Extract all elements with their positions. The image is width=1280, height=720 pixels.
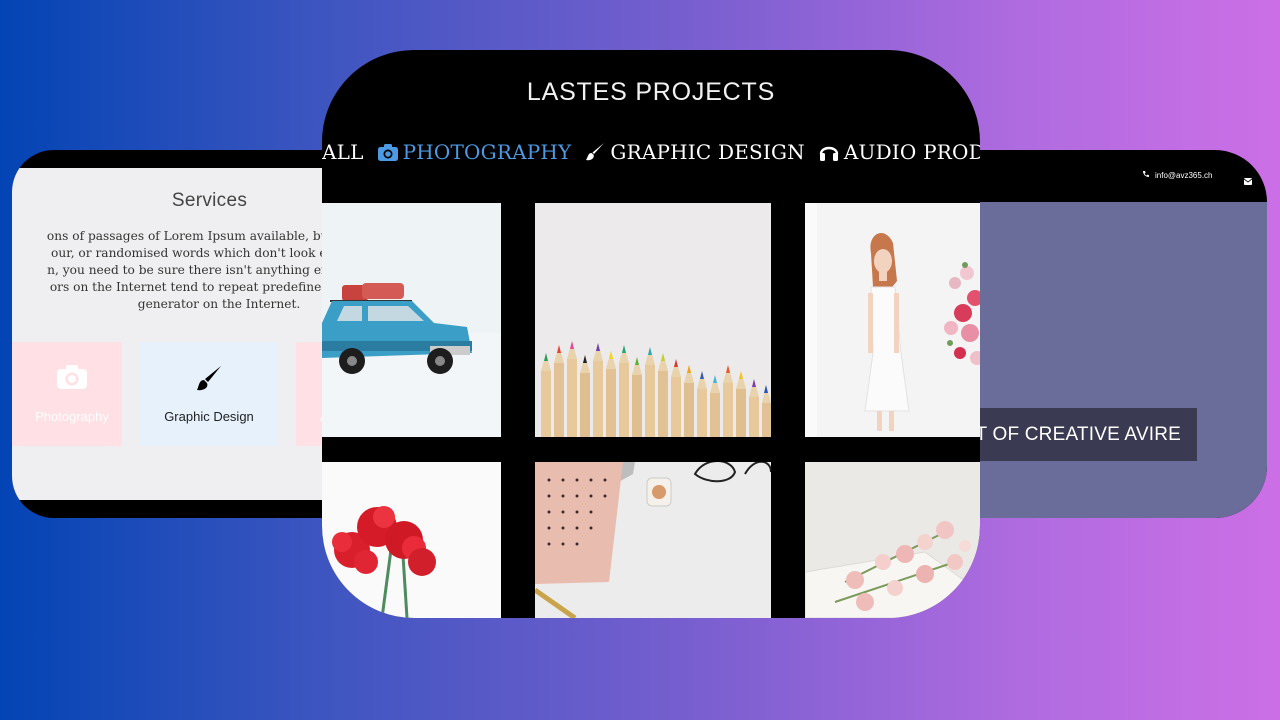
gallery-item-notebook[interactable] [535,462,771,618]
envelope-icon[interactable] [1243,170,1253,189]
filter-audio-production[interactable]: AUDIO PRODUCE [819,140,980,164]
email-text: info@avz365.ch [1155,170,1213,180]
gallery-item-flowers-book[interactable] [805,462,980,618]
projects-card: LASTES PROJECTS ALL PHOTOGRAPHY GRAPHIC … [322,50,980,618]
filter-label: GRAPHIC DESIGN [610,140,805,164]
filter-label: ALL [322,140,364,164]
headphones-icon [819,143,839,161]
paint-brush-icon [585,142,605,162]
filter-photography[interactable]: PHOTOGRAPHY [377,140,572,164]
gallery-item-woman[interactable] [805,203,980,437]
camera-icon [56,364,88,394]
gallery-item-pencils[interactable] [535,203,771,437]
service-tile-graphic-design[interactable]: Graphic Design [140,342,278,446]
service-tile-label: Photography [35,409,109,424]
phone-icon [1142,170,1150,180]
gallery-item-carnations[interactable] [322,462,501,618]
project-filters: ALL PHOTOGRAPHY GRAPHIC DESIGN AUDIO PRO… [322,140,980,164]
service-tile-photography[interactable]: Photography [12,342,122,446]
filter-graphic-design[interactable]: GRAPHIC DESIGN [585,140,805,164]
paint-brush-icon [194,364,224,398]
filter-label: AUDIO PRODUCE [843,140,980,164]
service-tile-label: Graphic Design [164,409,254,424]
filter-all[interactable]: ALL [322,140,364,164]
camera-icon [377,143,398,161]
projects-title: LASTES PROJECTS [526,78,776,106]
filter-label: PHOTOGRAPHY [402,140,572,164]
hero-banner: T OF CREATIVE AVIRE [960,408,1197,461]
gallery-item-car[interactable] [322,203,501,437]
contact-email[interactable]: info@avz365.ch [1142,170,1213,180]
